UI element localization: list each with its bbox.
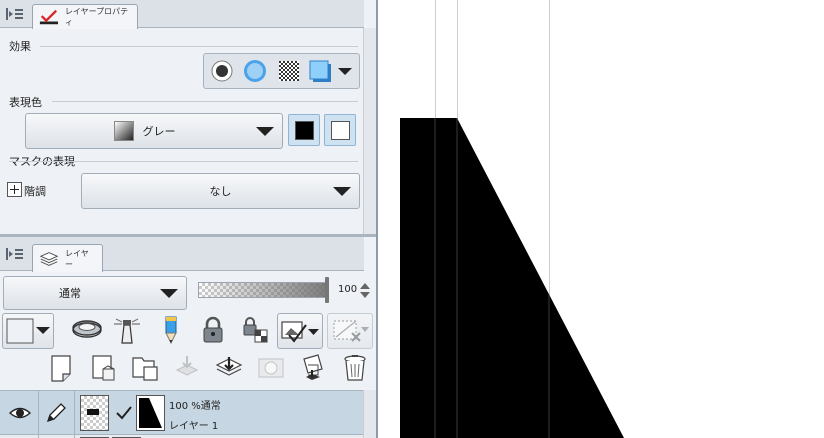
lock-transparency-icon <box>243 317 268 343</box>
new-layer-icon <box>51 355 71 382</box>
delete-layer-button[interactable] <box>338 352 372 384</box>
layers-icon <box>39 251 59 266</box>
lighthouse-icon <box>114 318 140 344</box>
layer-property-tabbar: レイヤープロパティ <box>0 0 364 29</box>
chevron-down-icon <box>256 127 274 136</box>
main-color-button[interactable] <box>288 114 320 146</box>
left-panel: レイヤープロパティ 効果 表現色 グレー マスクの表現 階調 なし レイヤー 通… <box>0 0 378 438</box>
opacity-fill <box>199 283 327 297</box>
tab-layer-property[interactable]: レイヤープロパティ <box>32 4 138 29</box>
layer-scrollbar[interactable] <box>363 390 376 438</box>
main-color-swatch <box>295 121 314 140</box>
convert-layer-button[interactable] <box>296 352 330 384</box>
blend-mode-value: 通常 <box>59 287 81 300</box>
new-folder-icon <box>132 357 158 381</box>
new-vector-layer-icon <box>92 355 115 381</box>
canvas-area[interactable] <box>378 0 824 438</box>
black-trapezoid-shape <box>400 118 624 438</box>
sub-color-button[interactable] <box>324 114 356 146</box>
mask-dropdown-icon <box>281 321 319 343</box>
reference-layer-button[interactable] <box>110 314 144 346</box>
section-divider <box>9 161 358 162</box>
sub-color-swatch <box>331 121 350 140</box>
pen-icon[interactable] <box>44 401 68 425</box>
merge-with-lower-layer-button[interactable] <box>212 352 246 384</box>
chevron-down-icon <box>160 289 178 298</box>
tone-icon <box>279 61 299 81</box>
panel-menu-icon[interactable] <box>6 7 24 21</box>
opacity-value[interactable]: 100 <box>338 284 357 295</box>
new-vector-layer-button[interactable] <box>86 352 120 384</box>
transfer-to-lower-layer-button[interactable] <box>170 352 204 384</box>
gray-swatch-icon <box>114 121 134 141</box>
watercolor-edge-button[interactable] <box>238 55 272 87</box>
canvas-drawing <box>400 118 624 438</box>
tab-label: レイヤー <box>65 248 89 269</box>
layer-row[interactable] <box>0 434 364 438</box>
tone-button[interactable] <box>272 55 306 87</box>
color-square-dropdown-icon <box>6 318 50 344</box>
tab-layer[interactable]: レイヤー <box>32 244 103 272</box>
layer-color-button[interactable] <box>304 55 358 87</box>
mask-range-button[interactable] <box>327 313 373 349</box>
mask-thumbnail <box>136 395 165 431</box>
property-scrollbar[interactable] <box>363 28 376 234</box>
mask-range-disabled-icon <box>333 320 369 342</box>
expression-color-value: グレー <box>142 125 176 138</box>
expression-color-dropdown[interactable]: グレー <box>25 113 283 149</box>
clip-lower-layer-button[interactable] <box>70 314 104 346</box>
layer-color-icon <box>309 60 352 82</box>
watercolor-edge-icon <box>244 60 266 82</box>
opacity-slider[interactable] <box>198 282 328 298</box>
lock-layer-button[interactable] <box>196 314 230 346</box>
chevron-down-icon <box>333 187 351 196</box>
mask-enable-button[interactable] <box>277 313 323 349</box>
opacity-spinner-icon[interactable] <box>360 283 370 299</box>
transfer-down-disabled-icon <box>175 356 199 376</box>
section-divider <box>52 101 358 102</box>
lock-transparent-pixels-button[interactable] <box>238 314 272 346</box>
mask-expression-value: なし <box>209 185 232 198</box>
expression-color-label: 表現色 <box>9 96 42 109</box>
check-icon[interactable] <box>115 404 133 422</box>
tab-label: レイヤープロパティ <box>64 7 129 27</box>
apply-mask-disabled-icon <box>258 358 284 378</box>
effect-button-group <box>203 53 360 89</box>
pencil-icon <box>165 316 177 345</box>
layer-name[interactable]: レイヤー 1 <box>169 417 218 432</box>
lock-icon <box>203 316 223 343</box>
section-divider <box>40 46 358 47</box>
blend-mode-dropdown[interactable]: 通常 <box>3 276 187 310</box>
layer-thumbnail <box>80 395 109 431</box>
apply-mask-button[interactable] <box>254 352 288 384</box>
panel-menu-icon[interactable] <box>6 247 24 261</box>
clipping-icon <box>72 320 102 338</box>
new-layer-folder-button[interactable] <box>128 352 162 384</box>
gradation-label: 階調 <box>24 185 46 198</box>
eye-icon[interactable] <box>8 403 32 423</box>
new-raster-layer-button[interactable] <box>44 352 78 384</box>
mask-expression-dropdown[interactable]: なし <box>81 173 360 209</box>
trash-icon <box>344 355 366 381</box>
border-effect-button[interactable] <box>205 55 239 87</box>
layer-blend-info: 100 %通常 <box>169 401 221 412</box>
layer-tabbar: レイヤー <box>0 237 364 272</box>
draft-layer-button[interactable] <box>154 314 188 346</box>
layer-color-mode-button[interactable] <box>2 313 54 349</box>
layer-property-icon <box>39 9 59 25</box>
layer-row[interactable]: 100 %通常 レイヤー 1 <box>0 390 364 434</box>
opacity-handle[interactable] <box>325 277 329 303</box>
border-effect-icon <box>211 60 233 82</box>
gradation-expand-icon[interactable] <box>7 182 22 197</box>
convert-layer-icon <box>303 354 323 380</box>
effect-label: 効果 <box>9 40 31 53</box>
merge-down-icon <box>215 357 243 376</box>
